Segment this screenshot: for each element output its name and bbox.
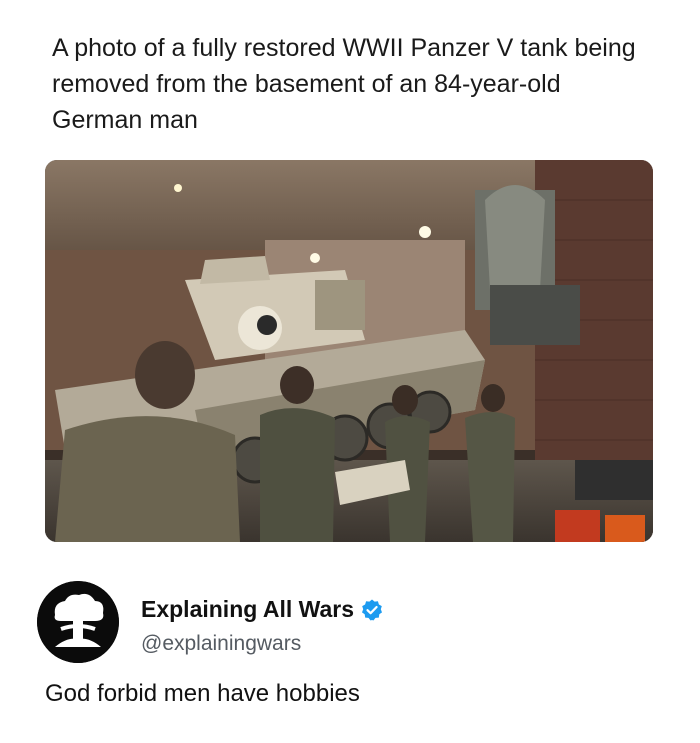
quoted-caption: A photo of a fully restored WWII Panzer … (52, 34, 636, 134)
mushroom-cloud-icon (37, 581, 119, 663)
post-text: God forbid men have hobbies (45, 680, 360, 707)
tank-photo[interactable] (45, 160, 653, 542)
tank-photo-illustration (45, 160, 653, 542)
display-name-row: Explaining All Wars (141, 596, 384, 623)
avatar[interactable] (37, 581, 119, 663)
verified-badge-icon (362, 599, 382, 620)
handle[interactable]: @explainingwars (141, 632, 301, 656)
display-name[interactable]: Explaining All Wars (141, 596, 354, 623)
post: Explaining All Wars @explainingwars God … (0, 560, 700, 743)
